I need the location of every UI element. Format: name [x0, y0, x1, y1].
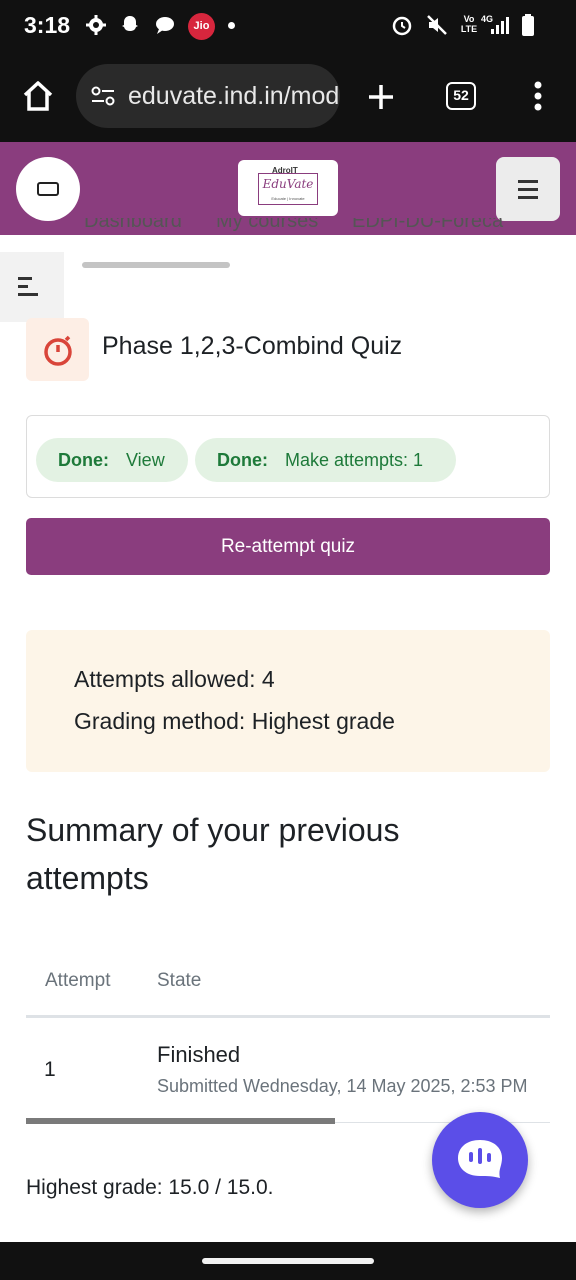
table-scrollbar[interactable]: [26, 1118, 335, 1124]
attempt-number: 1: [44, 1058, 56, 1081]
jio-badge: Jio: [188, 13, 215, 40]
drawer-line: [18, 277, 32, 280]
home-gesture-pill[interactable]: [202, 1258, 374, 1264]
attempt-state: Finished: [157, 1042, 241, 1067]
snapchat-icon: [122, 16, 138, 31]
menu-line: [518, 188, 538, 191]
page-title: Phase 1,2,3-Combind Quiz: [102, 332, 403, 360]
jio-badge-label: Jio: [193, 20, 210, 32]
completion-badge-attempts: Done: Make attempts: 1: [195, 438, 456, 482]
completion-status: Done:: [58, 450, 109, 470]
stopwatch-icon: [44, 335, 72, 366]
panel-icon: [37, 182, 59, 196]
completion-status: Done:: [217, 450, 268, 470]
status-time: 3:18: [24, 12, 71, 38]
drawer-toggle-button[interactable]: [0, 252, 64, 322]
logo-brand-text: EduVate: [262, 177, 314, 191]
quiz-info-box: Attempts allowed: 4 Grading method: High…: [26, 630, 550, 772]
tab-dashboard[interactable]: Dashboard: [84, 218, 182, 233]
main-menu-button[interactable]: [496, 157, 560, 221]
course-index-button[interactable]: [16, 157, 80, 221]
mute-icon: [427, 15, 447, 35]
tab-switcher-button[interactable]: 52: [446, 82, 476, 110]
alarm-icon: [392, 16, 412, 36]
secondary-nav: Dashboard My courses EDPI-DU-Foreca: [0, 218, 576, 242]
tab-my-courses[interactable]: My courses: [216, 218, 318, 233]
quiz-activity-icon: [26, 318, 89, 381]
url-text: eduvate.ind.in/mod/quiz: [128, 82, 340, 110]
new-tab-icon[interactable]: [366, 82, 396, 112]
summary-heading: Summary of your previous attempts: [26, 806, 526, 902]
signal-icon: [491, 17, 509, 34]
drawer-line: [18, 285, 28, 288]
address-bar[interactable]: eduvate.ind.in/mod/quiz: [76, 64, 340, 128]
site-logo[interactable]: AdroIT EduVate Educate | Innovate: [238, 160, 338, 216]
chat-icon: [458, 1140, 502, 1178]
table-header-divider: [26, 1015, 550, 1018]
tab-course[interactable]: EDPI-DU-Foreca: [352, 218, 503, 233]
volte-label-top: Vo: [463, 14, 475, 24]
system-nav-bar: [0, 1242, 576, 1280]
settings-gear-icon: [86, 15, 106, 35]
web-page: AdroIT EduVate Educate | Innovate Dashbo…: [0, 142, 576, 1242]
notification-dot: [228, 22, 235, 29]
menu-line: [518, 196, 538, 199]
nav-scroll-indicator: [82, 262, 230, 268]
column-header-state: State: [157, 970, 202, 991]
volte-label-bottom: LTE: [460, 24, 478, 34]
summary-heading-line1: Summary of your previous: [26, 812, 400, 848]
completion-label: View: [126, 450, 165, 470]
status-bar: 3:18 Jio Vo LTE 4G: [0, 0, 576, 52]
column-header-attempt: Attempt: [45, 970, 111, 991]
summary-heading-line2: attempts: [26, 860, 149, 896]
reattempt-quiz-button[interactable]: Re-attempt quiz: [26, 518, 550, 575]
activity-completion: Done: View Done: Make attempts: 1: [26, 415, 550, 498]
volte-label: Vo LTE: [460, 14, 478, 34]
browser-toolbar: eduvate.ind.in/mod/quiz 52: [0, 52, 576, 142]
completion-label: Make attempts: 1: [285, 450, 424, 470]
overflow-menu-icon[interactable]: [526, 80, 550, 112]
drawer-line: [18, 293, 38, 296]
chat-fab-button[interactable]: [432, 1112, 528, 1208]
site-settings-icon[interactable]: [90, 84, 116, 108]
battery-icon: [522, 14, 534, 36]
highest-grade: Highest grade: 15.0 / 15.0.: [26, 1176, 274, 1199]
chat-bubble-icon: [156, 17, 174, 34]
logo-tagline: Educate | Innovate: [271, 196, 305, 201]
completion-badge-view: Done: View: [36, 438, 188, 482]
grading-method: Grading method: Highest grade: [74, 708, 395, 734]
attempts-allowed: Attempts allowed: 4: [74, 666, 275, 692]
home-icon[interactable]: [20, 78, 56, 114]
attempt-submitted-date: Submitted Wednesday, 14 May 2025, 2:53 P…: [157, 1076, 528, 1096]
menu-line: [518, 180, 538, 183]
